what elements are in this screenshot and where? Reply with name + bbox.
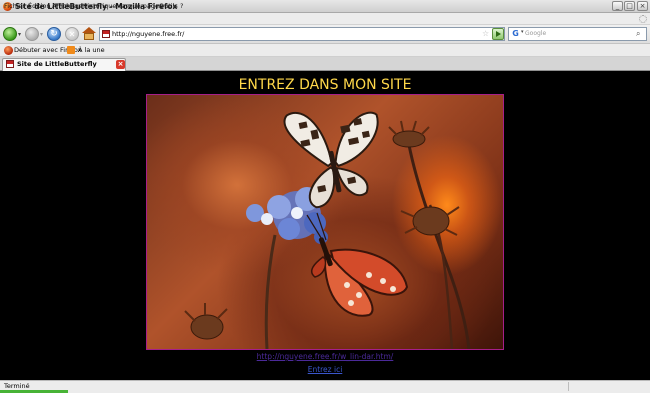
- throbber-icon: [639, 15, 647, 23]
- menu-fichier[interactable]: Fichier: [4, 0, 25, 12]
- menu-affichage[interactable]: Affichage: [52, 0, 83, 12]
- site-favicon-stripe: [103, 31, 109, 34]
- butterfly-illustration: [184, 111, 471, 349]
- firefox-icon: [4, 46, 13, 55]
- search-input[interactable]: Google: [525, 27, 546, 41]
- bookmark-a-la-une[interactable]: À la une: [78, 44, 105, 57]
- menu-edition[interactable]: Édition: [28, 0, 51, 12]
- star-icon[interactable]: ☆: [482, 27, 489, 41]
- home-icon-body: [84, 33, 94, 40]
- page-heading: ENTREZ DANS MON SITE: [238, 77, 412, 93]
- url-input[interactable]: http://nguyene.free.fr/: [112, 27, 184, 41]
- magnifier-icon[interactable]: ⌕: [636, 27, 640, 41]
- stop-icon[interactable]: ✕: [65, 27, 79, 41]
- menu-bar: [0, 13, 650, 25]
- forward-arrow-icon[interactable]: [25, 27, 39, 41]
- site-favicon-stripe: [7, 61, 13, 64]
- butterfly-on-flower-photo[interactable]: [146, 94, 504, 350]
- close-tab-icon[interactable]: ×: [116, 60, 125, 69]
- minimize-button[interactable]: _: [612, 1, 623, 11]
- close-window-button[interactable]: ×: [637, 1, 648, 11]
- tab-label: Site de LittleButterfly: [17, 60, 97, 68]
- rss-feed-icon: [67, 46, 75, 54]
- go-arrow-icon: [496, 31, 501, 37]
- menu-historique[interactable]: Historique: [83, 0, 116, 12]
- menu-outils[interactable]: Outils: [159, 0, 178, 12]
- maximize-button[interactable]: □: [624, 1, 635, 11]
- back-arrow-icon[interactable]: [3, 27, 17, 41]
- forward-history-dropdown[interactable]: ▾: [40, 31, 43, 38]
- google-icon[interactable]: G: [510, 28, 521, 39]
- menu-marque-pages[interactable]: Marque-pages: [116, 0, 162, 12]
- status-bar: [0, 380, 650, 393]
- back-history-dropdown[interactable]: ▾: [18, 31, 21, 38]
- menu-aide[interactable]: ?: [180, 0, 183, 12]
- status-divider: [568, 382, 569, 391]
- site-url-link[interactable]: http://nguyene.free.fr/w_lin-dar.htm/: [0, 352, 650, 361]
- search-engine-dropdown[interactable]: ▾: [521, 29, 524, 35]
- reload-icon[interactable]: ↻: [47, 27, 61, 41]
- enter-site-link[interactable]: Entrez ici: [0, 365, 650, 374]
